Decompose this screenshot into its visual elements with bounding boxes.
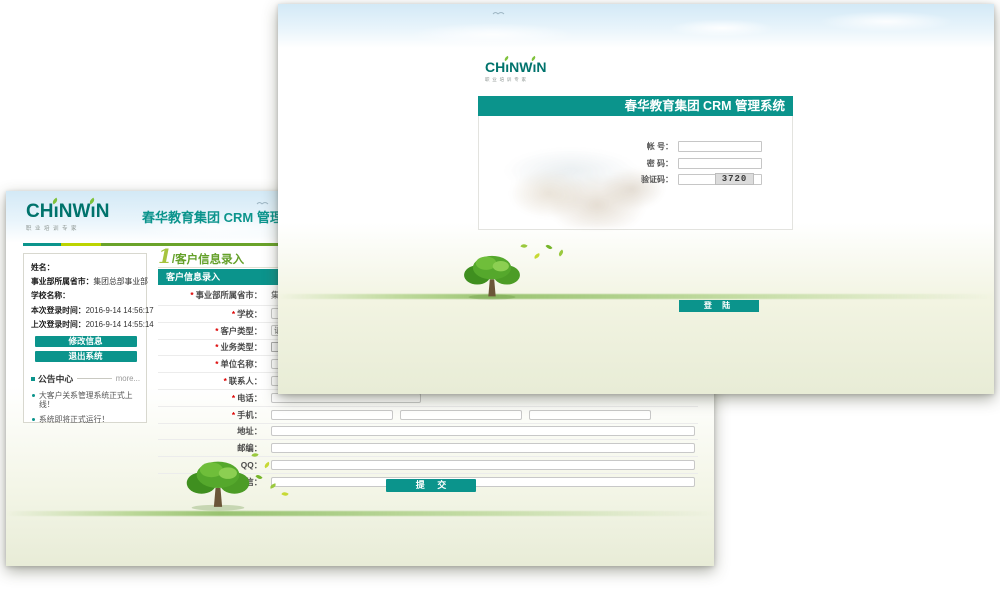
required-asterisk: * (232, 393, 235, 403)
telephone-input[interactable] (271, 393, 421, 403)
leaf-icon (520, 243, 527, 249)
qq-field (271, 460, 698, 470)
tree-graphic (454, 250, 530, 300)
tree-graphic (176, 455, 260, 511)
login-panel: 帐 号： 密 码： 验证码： 3720 登 陆 (478, 116, 793, 230)
required-asterisk: * (190, 290, 193, 300)
brand-logo: CHıNWıN 职业培训专家 (485, 60, 547, 83)
user-info-field: 本次登录时间：2016-9-14 14:56:17 (31, 304, 140, 318)
leaf-icon (504, 56, 510, 61)
sky-clouds (278, 4, 994, 48)
school-label: *学校： (158, 308, 262, 320)
login-button[interactable]: 登 陆 (679, 300, 759, 312)
login-title-bar: 春华教育集团 CRM 管理系统 (478, 96, 793, 116)
postcode-label: 邮编： (158, 442, 262, 454)
password-input[interactable] (678, 158, 762, 169)
step-title: /客户信息录入 (172, 254, 244, 266)
form-row-address: 地址： (158, 423, 698, 440)
page: CHıNWıN 职业培训专家 春华教育集团 CRM 管理系统 姓名：事业部所属省… (0, 0, 1000, 600)
form-row-postcode: 邮编： (158, 439, 698, 456)
wechat-field (271, 477, 698, 487)
telephone-field (271, 393, 698, 403)
user-info-field: 姓名： (31, 261, 140, 275)
leaf-icon (557, 250, 564, 257)
leaf-icon (52, 198, 59, 205)
user-info-field: 上次登录时间：2016-9-14 14:55:14 (31, 318, 140, 332)
contact-person-label: *联系人： (158, 375, 262, 387)
wechat-input[interactable] (271, 477, 695, 487)
address-input[interactable] (271, 426, 695, 436)
leaf-icon (89, 198, 96, 205)
divider-line (77, 378, 112, 379)
user-info-fields: 姓名：事业部所属省市：集团总部事业部学校名称：本次登录时间：2016-9-14 … (31, 261, 140, 332)
submit-button[interactable]: 提 交 (386, 479, 476, 492)
step-number: 1 (158, 244, 172, 268)
chinwin-logo: CHıNWıN (485, 60, 547, 74)
bullet-dot-icon (32, 394, 35, 397)
mobile-input-3[interactable] (529, 410, 651, 420)
modify-info-button[interactable]: 修改信息 (35, 336, 137, 347)
postcode-field (271, 443, 698, 453)
grass-horizon (278, 294, 994, 299)
bird-icon (256, 200, 270, 206)
required-asterisk: * (215, 359, 218, 369)
mobile-label: *手机： (158, 409, 262, 421)
customer-type-label: *客户类型： (158, 325, 262, 337)
login-title: 春华教育集团 CRM 管理系统 (625, 99, 785, 113)
mobile-input-1[interactable] (271, 410, 393, 420)
required-asterisk: * (232, 309, 235, 319)
notice-header: 公告中心 more... (31, 372, 140, 385)
required-asterisk: * (224, 376, 227, 386)
business-type-label: *业务类型： (158, 341, 262, 353)
sidebar: 姓名：事业部所属省市：集团总部事业部学校名称：本次登录时间：2016-9-14 … (23, 253, 147, 423)
mobile-input-2[interactable] (400, 410, 522, 420)
logout-button[interactable]: 退出系统 (35, 351, 137, 362)
address-field (271, 426, 698, 436)
required-asterisk: * (215, 326, 218, 336)
bullet-square-icon (31, 377, 35, 381)
account-input[interactable] (678, 141, 762, 152)
qq-input[interactable] (271, 460, 695, 470)
address-label: 地址： (158, 425, 262, 437)
account-label: 帐 号： (609, 141, 673, 152)
leaf-icon (546, 243, 553, 250)
grass-horizon (6, 511, 714, 516)
password-label: 密 码： (609, 158, 673, 169)
logo-tagline: 职业培训专家 (26, 224, 109, 232)
more-link[interactable]: more... (116, 374, 140, 383)
logo-tagline: 职业培训专家 (485, 77, 547, 83)
postcode-input[interactable] (271, 443, 695, 453)
chinwin-logo: CHıNWıN (26, 202, 109, 221)
notice-list: 大客户关系管理系统正式上线！ 系统即将正式运行！ (31, 391, 140, 424)
brand-logo: CHıNWıN 职业培训专家 (26, 202, 109, 232)
telephone-label: *电话： (158, 392, 262, 404)
bullet-dot-icon (32, 418, 35, 421)
division-city-label: *事业部所属省市： (158, 289, 262, 301)
leaf-icon (533, 253, 540, 259)
notice-title: 公告中心 (38, 372, 73, 385)
captcha-label: 验证码： (609, 174, 673, 185)
unit-name-label: *单位名称： (158, 358, 262, 370)
user-info-field: 事业部所属省市：集团总部事业部 (31, 275, 140, 289)
required-asterisk: * (232, 410, 235, 420)
required-asterisk: * (215, 342, 218, 352)
notice-item[interactable]: 系统即将正式运行！ (31, 415, 140, 424)
leaf-icon (531, 56, 537, 61)
leaf-icon (281, 491, 288, 497)
form-row-mobile: *手机： (158, 406, 698, 423)
notice-item[interactable]: 大客户关系管理系统正式上线！ (31, 391, 140, 409)
captcha-image: 3720 (715, 173, 754, 185)
bird-icon (492, 10, 506, 16)
crm-login-window: CHıNWıN 职业培训专家 春华教育集团 CRM 管理系统 帐 号： 密 码：… (278, 4, 994, 394)
user-info-field: 学校名称： (31, 289, 140, 303)
mobile-field (271, 410, 698, 420)
